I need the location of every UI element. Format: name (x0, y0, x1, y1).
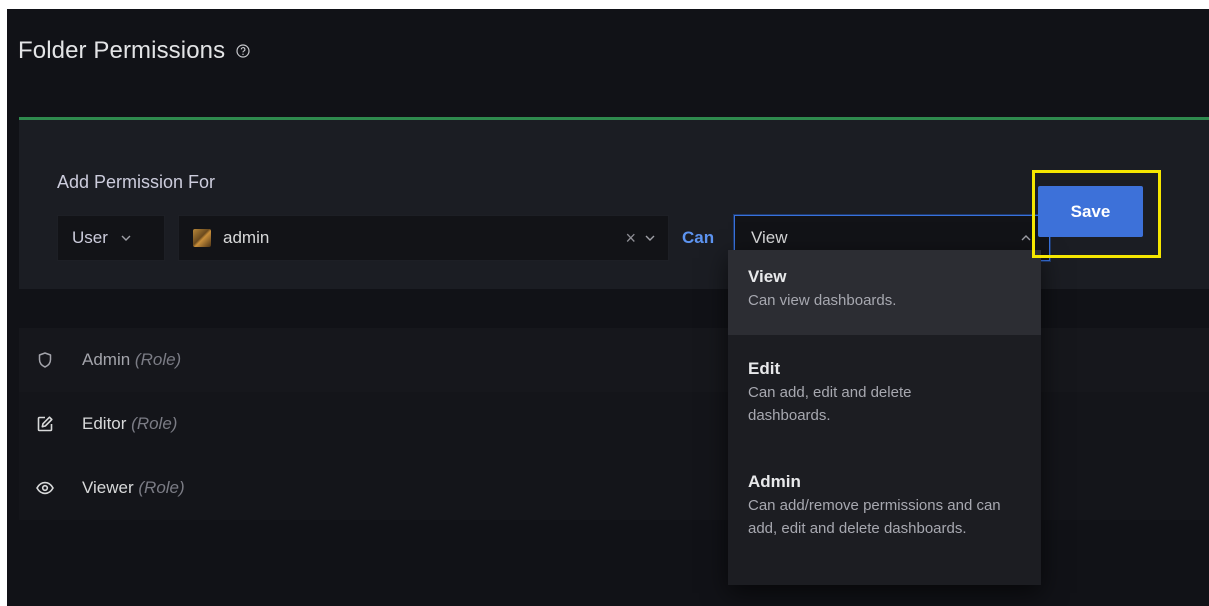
option-description: Can add, edit and delete dashboards. (748, 384, 912, 424)
eye-icon (36, 479, 54, 497)
shield-icon (36, 351, 54, 369)
user-avatar (193, 229, 211, 247)
dropdown-option-admin[interactable]: Admin Can add/remove permissions and can… (728, 460, 1041, 585)
can-label: Can (682, 228, 715, 247)
permission-target-type-select[interactable]: User (57, 215, 165, 261)
chevron-down-icon[interactable] (644, 232, 656, 244)
clear-icon[interactable]: × (625, 229, 636, 247)
option-title: Edit (748, 359, 781, 378)
user-value: admin (223, 228, 270, 247)
help-circle-icon[interactable] (235, 43, 251, 59)
save-button[interactable]: Save (1038, 186, 1143, 237)
dropdown-option-edit[interactable]: Edit Can add, edit and delete dashboards… (728, 349, 1041, 449)
permission-name: Admin (Role) (82, 350, 182, 369)
option-title: Admin (748, 472, 801, 491)
page-title: Folder Permissions (18, 37, 226, 64)
option-title: View (748, 267, 787, 286)
permissions-page: Folder Permissions Add Permission For Us… (7, 9, 1209, 606)
option-description: Can view dashboards. (748, 292, 897, 309)
target-type-value: User (72, 228, 108, 247)
user-picker[interactable]: admin × (178, 215, 669, 261)
page-header: Folder Permissions (18, 35, 251, 67)
edit-icon (36, 415, 54, 433)
permission-name: Editor (Role) (82, 414, 178, 433)
permission-level-dropdown: View Can view dashboards. Edit Can add, … (728, 250, 1041, 585)
option-description: Can add/remove permissions and can add, … (748, 497, 1001, 537)
permission-level-value: View (751, 228, 788, 247)
permission-name: Viewer (Role) (82, 478, 185, 497)
dropdown-option-view[interactable]: View Can view dashboards. (728, 250, 1041, 335)
add-permission-label: Add Permission For (57, 172, 216, 192)
chevron-down-icon (120, 232, 132, 244)
